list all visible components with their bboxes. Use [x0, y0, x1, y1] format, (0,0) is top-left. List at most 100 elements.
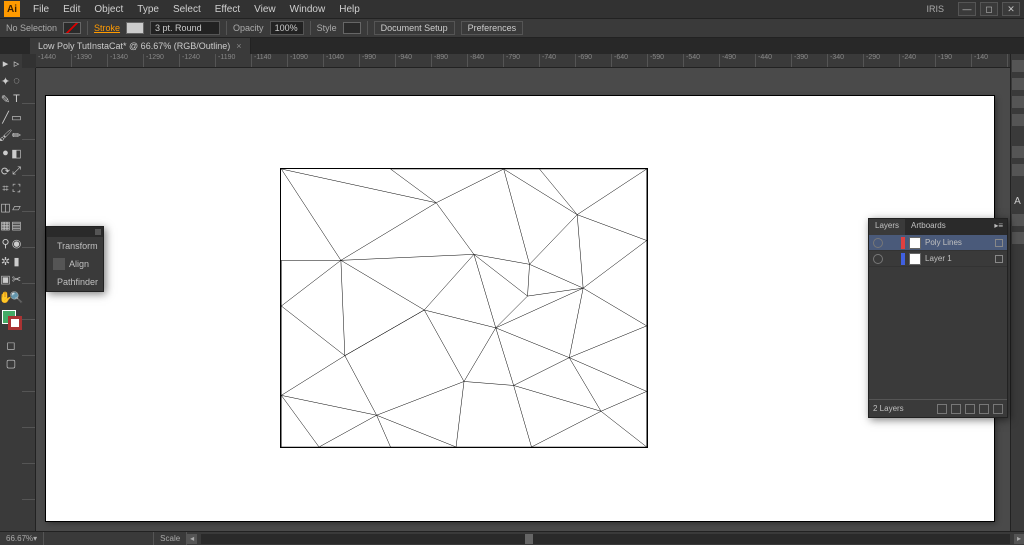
pencil-tool[interactable]: ✏ [11, 126, 22, 144]
canvas-area[interactable] [36, 68, 1010, 531]
slice-tool[interactable]: ✂ [11, 270, 22, 288]
style-swatch[interactable] [343, 22, 361, 34]
visibility-icon[interactable] [873, 254, 883, 264]
stroke-label[interactable]: Stroke [94, 23, 120, 33]
panel-tab-align[interactable]: Align [47, 255, 103, 273]
lasso-tool[interactable]: ◌ [11, 72, 22, 90]
opacity-field[interactable]: 100% [270, 21, 304, 35]
dock-type-icon[interactable]: A [1012, 196, 1024, 208]
layers-tab[interactable]: Layers [869, 219, 905, 235]
document-tab[interactable]: Low Poly TutInstaCat* @ 66.67% (RGB/Outl… [30, 38, 251, 54]
dock-color-icon[interactable] [1012, 60, 1024, 72]
dock-symbol-icon[interactable] [1012, 164, 1024, 176]
panel-tab-transform[interactable]: Transform [47, 237, 103, 255]
line-tool[interactable]: ╱ [0, 108, 11, 126]
artboard-tool[interactable]: ▣ [0, 270, 11, 288]
rectangle-tool[interactable]: ▭ [11, 108, 22, 126]
scroll-left-icon[interactable]: ◂ [187, 534, 197, 544]
fill-swatch[interactable] [63, 22, 81, 34]
app-icon: Ai [4, 1, 20, 17]
menu-file[interactable]: File [26, 2, 56, 17]
status-bar: 66.67% ▾ Scale ◂ ▸ [0, 531, 1024, 545]
blend-tool[interactable]: ◉ [11, 234, 22, 252]
paintbrush-tool[interactable]: 🖌 [0, 126, 11, 144]
shape-builder-tool[interactable]: ◫ [0, 198, 11, 216]
close-tab-icon[interactable]: × [236, 41, 241, 51]
menu-window[interactable]: Window [283, 2, 333, 17]
align-icon [53, 258, 65, 270]
scale-tool[interactable]: ⤢ [11, 162, 22, 180]
maximize-button[interactable]: ◻ [980, 2, 998, 16]
selection-tool[interactable]: ▸ [0, 54, 11, 72]
dock-gradient-icon[interactable] [1012, 114, 1024, 126]
horizontal-scrollbar[interactable] [201, 534, 1010, 544]
symbol-sprayer-tool[interactable]: ✲ [0, 252, 11, 270]
free-transform-tool[interactable]: ⛶ [11, 180, 22, 198]
layer-thumbnail [909, 237, 921, 249]
screen-mode[interactable]: ▢ [0, 354, 22, 372]
new-layer-icon[interactable] [979, 404, 989, 414]
width-tool[interactable]: ⌗ [0, 180, 11, 198]
menu-help[interactable]: Help [332, 2, 367, 17]
eraser-tool[interactable]: ◧ [11, 144, 22, 162]
target-icon[interactable] [995, 255, 1003, 263]
menu-edit[interactable]: Edit [56, 2, 87, 17]
close-button[interactable]: ✕ [1002, 2, 1020, 16]
pen-tool[interactable]: ✎ [0, 90, 11, 108]
transform-panel[interactable]: TransformAlignPathfinder [46, 226, 104, 292]
mesh-tool[interactable]: ▦ [0, 216, 11, 234]
opacity-label: Opacity [233, 23, 264, 33]
new-sublayer-icon[interactable] [965, 404, 975, 414]
panel-tab-pathfinder[interactable]: Pathfinder [47, 273, 103, 291]
vertical-ruler[interactable] [22, 68, 36, 531]
panel-menu-icon[interactable]: ▸≡ [990, 219, 1007, 235]
type-tool[interactable]: T [11, 90, 22, 108]
right-dock: A [1010, 54, 1024, 531]
graph-tool[interactable]: ▮ [11, 252, 22, 270]
stroke-weight-field[interactable]: 3 pt. Round [150, 21, 220, 35]
style-label: Style [317, 23, 337, 33]
visibility-icon[interactable] [873, 238, 883, 248]
user-label: IRIS [926, 4, 944, 14]
artboard-inner[interactable] [280, 168, 648, 448]
selection-label: No Selection [6, 23, 57, 33]
stroke-color-icon[interactable] [8, 316, 22, 330]
preferences-button[interactable]: Preferences [461, 21, 524, 35]
delete-layer-icon[interactable] [993, 404, 1003, 414]
rotate-tool[interactable]: ⟳ [0, 162, 11, 180]
dock-brush-icon[interactable] [1012, 146, 1024, 158]
gradient-tool[interactable]: ▤ [11, 216, 22, 234]
zoom-field[interactable]: 66.67% ▾ [0, 532, 44, 545]
document-setup-button[interactable]: Document Setup [374, 21, 455, 35]
perspective-tool[interactable]: ▱ [11, 198, 22, 216]
direct-selection-tool[interactable]: ▹ [11, 54, 22, 72]
scroll-right-icon[interactable]: ▸ [1014, 534, 1024, 544]
layer-row[interactable]: Poly Lines [869, 235, 1007, 251]
menu-object[interactable]: Object [87, 2, 130, 17]
panel-header[interactable] [47, 227, 103, 237]
dock-stroke-icon[interactable] [1012, 96, 1024, 108]
make-clip-icon[interactable] [951, 404, 961, 414]
target-icon[interactable] [995, 239, 1003, 247]
layers-panel[interactable]: Layers Artboards ▸≡ Poly LinesLayer 1 2 … [868, 218, 1008, 418]
stroke-swatch[interactable] [126, 22, 144, 34]
menu-effect[interactable]: Effect [208, 2, 247, 17]
menu-type[interactable]: Type [130, 2, 166, 17]
menu-view[interactable]: View [247, 2, 283, 17]
zoom-tool[interactable]: 🔍 [11, 288, 22, 306]
fill-stroke-control[interactable] [0, 306, 22, 336]
magic-wand-tool[interactable]: ✦ [0, 72, 11, 90]
layers-panel-tabs: Layers Artboards ▸≡ [869, 219, 1007, 235]
blob-brush-tool[interactable]: ● [0, 144, 11, 162]
minimize-button[interactable]: — [958, 2, 976, 16]
dock-paragraph-icon[interactable] [1012, 214, 1024, 226]
artboards-tab[interactable]: Artboards [905, 219, 952, 235]
dock-swatch-icon[interactable] [1012, 78, 1024, 90]
horizontal-ruler[interactable]: -1440-1390-1340-1290-1240-1190-1140-1090… [36, 54, 1010, 68]
menu-select[interactable]: Select [166, 2, 208, 17]
layer-row[interactable]: Layer 1 [869, 251, 1007, 267]
draw-mode-normal[interactable]: ◻ [0, 336, 22, 354]
dock-appearance-icon[interactable] [1012, 232, 1024, 244]
eyedropper-tool[interactable]: ⚲ [0, 234, 11, 252]
locate-layer-icon[interactable] [937, 404, 947, 414]
